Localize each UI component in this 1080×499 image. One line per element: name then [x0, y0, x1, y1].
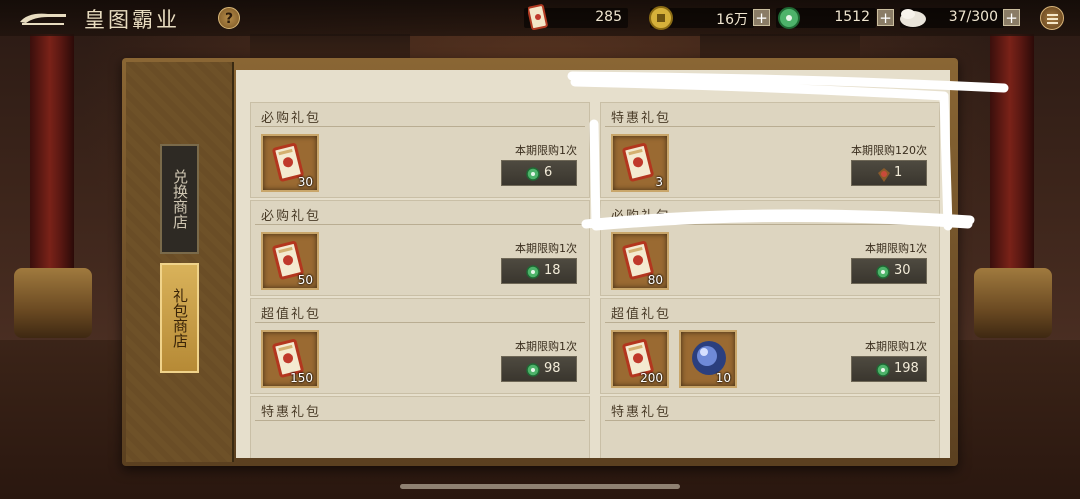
buy-button[interactable]: 30 — [851, 258, 927, 284]
purchase-limit: 本期限购1次 — [865, 340, 927, 353]
resource-gift-scrolls: 285 — [524, 4, 628, 30]
pack-name: 特惠礼包 — [611, 405, 672, 420]
reward-item-slot[interactable]: 30 — [261, 134, 319, 192]
pack-name: 必购礼包 — [261, 209, 322, 224]
price-value: 98 — [544, 361, 561, 376]
top-bar: 皇图霸业 ? 285 16万 + 1512 + 37/300 + — [0, 0, 1080, 36]
back-arrow-icon — [20, 13, 66, 25]
jade-icon — [526, 363, 540, 381]
pack-name: 超值礼包 — [611, 307, 672, 322]
item-quantity: 150 — [290, 371, 313, 385]
price-value: 18 — [544, 263, 561, 278]
page-title: 皇图霸业 — [84, 8, 180, 32]
divider — [605, 126, 935, 127]
item-quantity: 50 — [297, 273, 313, 287]
help-button[interactable]: ? — [218, 7, 240, 29]
add-stamina-button[interactable]: + — [1003, 9, 1020, 26]
back-button[interactable] — [18, 8, 68, 28]
divider — [605, 322, 935, 323]
purchase-limit: 本期限购1次 — [865, 242, 927, 255]
gift-pack-card[interactable]: 特惠礼包 — [600, 396, 940, 458]
reward-item-slot[interactable]: 150 — [261, 330, 319, 388]
price-value: 6 — [544, 165, 553, 180]
price-value: 1 — [894, 165, 903, 180]
reward-item-slot[interactable]: 3 — [611, 134, 669, 192]
home-indicator — [400, 484, 680, 489]
resource-value: 1512 — [834, 9, 870, 25]
buy-button[interactable]: 98 — [501, 356, 577, 382]
buy-button[interactable]: 1 — [851, 160, 927, 186]
purchase-limit: 本期限购1次 — [515, 144, 577, 157]
reward-item-slot[interactable]: 200 — [611, 330, 669, 388]
reward-item-slot[interactable]: 50 — [261, 232, 319, 290]
jade-icon — [526, 265, 540, 283]
divider — [605, 224, 935, 225]
resource-stamina: 37/300 — [900, 8, 1004, 28]
gift-scroll-icon — [528, 4, 548, 30]
item-quantity: 80 — [647, 273, 663, 287]
reward-item-slot[interactable]: 80 — [611, 232, 669, 290]
tab-gift-shop[interactable]: 礼包商店 — [160, 263, 199, 373]
buy-button[interactable]: 18 — [501, 258, 577, 284]
gift-pack-card[interactable]: 必购礼包 30 本期限购1次 6 — [250, 102, 590, 198]
jade-icon — [526, 167, 540, 185]
buy-button[interactable]: 198 — [851, 356, 927, 382]
gift-pack-card[interactable]: 特惠礼包 3 本期限购120次 1 — [600, 102, 940, 198]
pack-name: 特惠礼包 — [611, 111, 672, 126]
jade-icon — [876, 363, 890, 381]
resource-value: 285 — [595, 9, 622, 25]
gold-coin-icon — [649, 6, 673, 30]
gift-pack-card[interactable]: 特惠礼包 — [250, 396, 590, 458]
divider — [255, 126, 585, 127]
resource-jade: 1512 — [776, 7, 876, 29]
pack-name: 特惠礼包 — [261, 405, 322, 420]
tab-exchange-shop[interactable]: 兑换商店 — [160, 144, 199, 254]
shop-sidebar — [126, 62, 234, 462]
item-quantity: 10 — [715, 371, 731, 385]
buy-button[interactable]: 6 — [501, 160, 577, 186]
stamina-icon — [900, 9, 926, 27]
reward-item-slot[interactable]: 10 — [679, 330, 737, 388]
pack-name: 超值礼包 — [261, 307, 322, 322]
divider — [255, 420, 585, 421]
purchase-limit: 本期限购120次 — [851, 144, 927, 157]
divider — [605, 420, 935, 421]
gift-pack-card[interactable]: 必购礼包 80 本期限购1次 30 — [600, 200, 940, 296]
jade-icon — [876, 265, 890, 283]
menu-icon — [1047, 14, 1058, 16]
add-jade-button[interactable]: + — [877, 9, 894, 26]
pack-list[interactable]: 必购礼包 30 本期限购1次 6 特惠礼包 3 本期限购120次 1 必购礼包 50 本期限购1次 1… — [236, 70, 950, 458]
pack-name: 必购礼包 — [611, 209, 672, 224]
purchase-limit: 本期限购1次 — [515, 242, 577, 255]
pillar-base — [974, 268, 1052, 338]
tab-label: 礼包商店 — [171, 288, 189, 348]
purchase-limit: 本期限购1次 — [515, 340, 577, 353]
price-value: 30 — [894, 263, 911, 278]
resource-value: 16万 — [716, 12, 748, 28]
jade-icon — [778, 7, 800, 29]
menu-button[interactable] — [1040, 6, 1064, 30]
token-icon — [876, 167, 892, 187]
gift-pack-card[interactable]: 超值礼包 150 本期限购1次 98 — [250, 298, 590, 394]
price-value: 198 — [894, 361, 919, 376]
gift-pack-card[interactable]: 必购礼包 50 本期限购1次 18 — [250, 200, 590, 296]
divider — [255, 224, 585, 225]
resource-gold: 16万 — [649, 6, 754, 30]
add-gold-button[interactable]: + — [753, 9, 770, 26]
item-quantity: 3 — [655, 175, 663, 189]
divider — [255, 322, 585, 323]
item-quantity: 30 — [297, 175, 313, 189]
resource-value: 37/300 — [948, 9, 998, 25]
tab-label: 兑换商店 — [171, 169, 189, 229]
item-quantity: 200 — [640, 371, 663, 385]
pillar-base — [14, 268, 92, 338]
pack-name: 必购礼包 — [261, 111, 322, 126]
gift-pack-card[interactable]: 超值礼包 200 10 本期限购1次 198 — [600, 298, 940, 394]
